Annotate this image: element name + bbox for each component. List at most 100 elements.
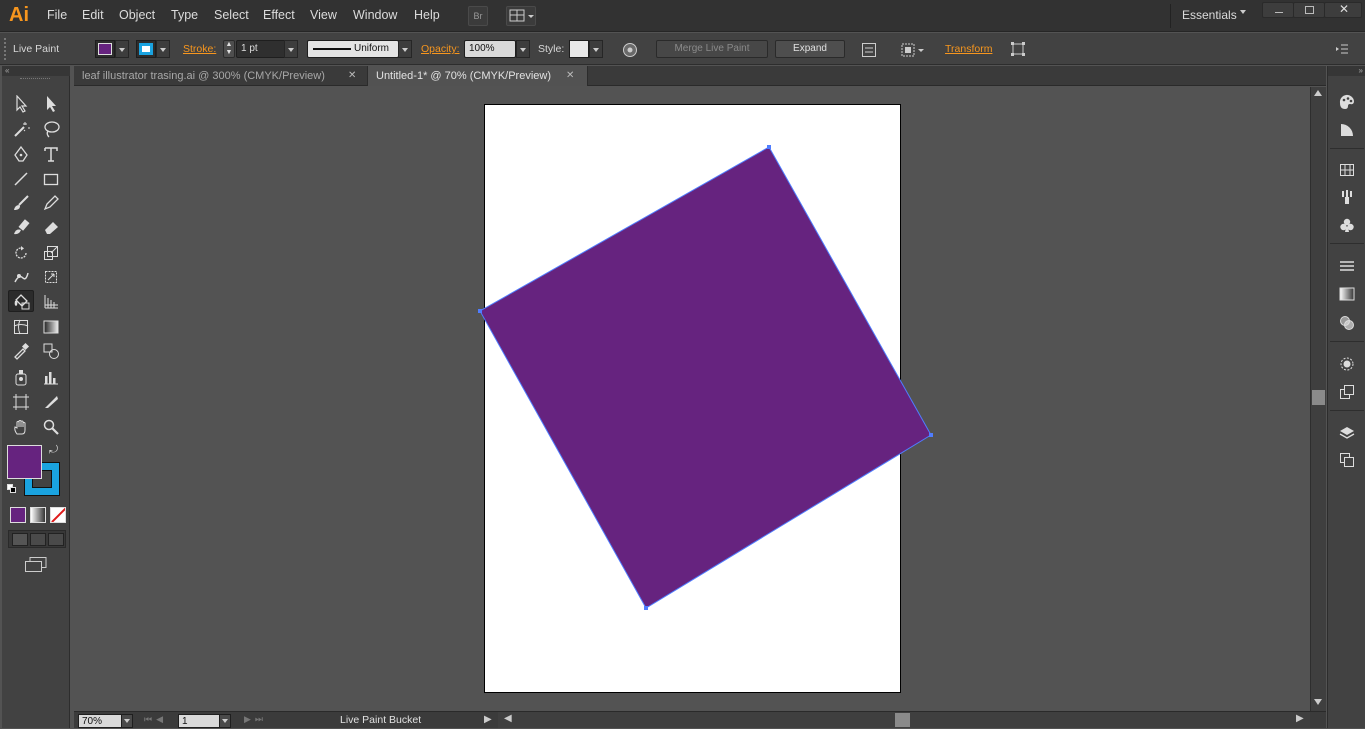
draw-normal-icon[interactable] (12, 533, 28, 546)
anchor-point[interactable] (929, 433, 933, 437)
magic-wand-tool[interactable] (8, 118, 34, 140)
color-guide-button[interactable] (1336, 119, 1358, 141)
arrange-documents-button[interactable] (506, 6, 536, 26)
lasso-tool[interactable] (38, 118, 64, 140)
opacity-label[interactable]: Opacity: (421, 43, 460, 55)
layers-panel-button[interactable] (1336, 422, 1358, 444)
vertical-scrollbar[interactable] (1310, 87, 1326, 711)
live-paint-bucket-tool[interactable] (8, 290, 34, 312)
blend-tool[interactable] (38, 340, 64, 362)
first-prev-artboard-nav[interactable]: ⏮◀ (144, 714, 167, 725)
canvas-area[interactable] (74, 87, 1310, 711)
dock-collapse[interactable]: » (1328, 66, 1365, 76)
horizontal-scrollbar[interactable]: ◀ ▶ (498, 712, 1310, 728)
close-tab-icon[interactable]: ✕ (348, 66, 356, 86)
isolate-icon[interactable] (900, 42, 928, 58)
artboard-number-field[interactable]: 1 (178, 714, 220, 728)
column-graph-tool[interactable] (38, 366, 64, 388)
vertical-scroll-thumb[interactable] (1312, 390, 1325, 405)
swap-fill-stroke-icon[interactable]: ⤾ (49, 444, 58, 457)
slice-tool[interactable] (38, 391, 64, 413)
stroke-swatch-control[interactable] (136, 40, 156, 58)
align-panel-icon[interactable] (861, 42, 877, 58)
menu-type[interactable]: Type (171, 8, 198, 22)
color-mode-button[interactable] (10, 507, 26, 523)
zoom-dropdown[interactable] (121, 714, 133, 728)
tab-untitled-1[interactable]: Untitled-1* @ 70% (CMYK/Preview) ✕ (368, 66, 588, 86)
fill-dropdown[interactable] (115, 40, 129, 58)
fill-swatch-control[interactable] (95, 40, 115, 58)
eyedropper-tool[interactable] (8, 340, 34, 362)
draw-behind-icon[interactable] (30, 533, 46, 546)
warp-tool[interactable] (8, 266, 34, 288)
workspace-switcher[interactable]: Essentials (1182, 8, 1237, 22)
scroll-right-icon[interactable]: ▶ (1296, 713, 1304, 724)
tab-leaf-illustrator[interactable]: leaf illustrator trasing.ai @ 300% (CMYK… (74, 66, 368, 86)
pencil-tool[interactable] (38, 192, 64, 214)
opacity-dropdown[interactable] (516, 40, 530, 58)
next-last-artboard-nav[interactable]: ▶⏭ (244, 714, 267, 725)
perspective-grid-tool[interactable] (38, 290, 64, 312)
line-segment-tool[interactable] (8, 168, 34, 190)
stroke-weight-input[interactable]: 1 pt (236, 40, 286, 58)
scroll-down-icon[interactable] (1314, 699, 1322, 705)
menu-help[interactable]: Help (414, 8, 440, 22)
blob-brush-tool[interactable] (8, 216, 34, 238)
menu-edit[interactable]: Edit (82, 8, 104, 22)
workspace-caret-icon[interactable] (1240, 10, 1246, 14)
stroke-weight-stepper[interactable]: ▲ ▼ (223, 40, 235, 58)
expand-button[interactable]: Expand (775, 40, 845, 58)
selected-live-paint-object[interactable] (74, 87, 1310, 711)
menu-object[interactable]: Object (119, 8, 155, 22)
menu-file[interactable]: File (47, 8, 67, 22)
bridge-button[interactable]: Br (468, 6, 488, 26)
status-menu-arrow-icon[interactable]: ▶ (484, 714, 492, 725)
anchor-point[interactable] (767, 145, 771, 149)
anchor-point[interactable] (644, 606, 648, 610)
style-dropdown[interactable] (589, 40, 603, 58)
style-swatch[interactable] (569, 40, 589, 58)
variable-width-profile[interactable]: Uniform (307, 40, 399, 58)
menu-view[interactable]: View (310, 8, 337, 22)
stroke-label[interactable]: Stroke: (183, 43, 216, 55)
paintbrush-tool[interactable] (8, 192, 34, 214)
rectangle-tool[interactable] (38, 168, 64, 190)
mesh-tool[interactable] (8, 316, 34, 338)
tools-panel-grip[interactable] (20, 78, 50, 81)
menu-window[interactable]: Window (353, 8, 397, 22)
appearance-panel-button[interactable] (1336, 353, 1358, 375)
zoom-level-field[interactable]: 70% (78, 714, 122, 728)
default-colors-icon[interactable] (7, 484, 17, 494)
stroke-weight-dropdown[interactable] (284, 40, 298, 58)
selection-tool[interactable] (8, 93, 34, 115)
tools-panel-collapse[interactable]: « (2, 66, 70, 76)
artboard-tool[interactable] (8, 391, 34, 413)
hand-tool[interactable] (8, 416, 34, 438)
anchor-point[interactable] (478, 309, 482, 313)
free-transform-tool[interactable] (38, 266, 64, 288)
panel-menu-icon[interactable] (1335, 42, 1349, 56)
color-panel-button[interactable] (1336, 91, 1358, 113)
rotate-tool[interactable] (8, 242, 34, 264)
screen-mode-icon[interactable] (24, 556, 48, 572)
gradient-panel-button[interactable] (1336, 283, 1358, 305)
artboard-dropdown[interactable] (219, 714, 231, 728)
scale-tool[interactable] (38, 242, 64, 264)
stroke-panel-button[interactable] (1336, 255, 1358, 277)
pen-tool[interactable] (8, 143, 34, 165)
draw-inside-icon[interactable] (48, 533, 64, 546)
menu-select[interactable]: Select (214, 8, 249, 22)
minimize-button[interactable] (1262, 2, 1294, 18)
profile-dropdown[interactable] (398, 40, 412, 58)
graphic-styles-panel-button[interactable] (1336, 381, 1358, 403)
none-mode-button[interactable] (50, 507, 66, 523)
transform-each-icon[interactable] (1010, 41, 1026, 57)
scroll-left-icon[interactable]: ◀ (504, 713, 512, 724)
recolor-artwork-icon[interactable] (622, 42, 638, 58)
symbols-panel-button[interactable] (1336, 214, 1358, 236)
horizontal-scroll-thumb[interactable] (895, 713, 910, 727)
merge-live-paint-button[interactable]: Merge Live Paint (656, 40, 768, 58)
grip-handle[interactable] (4, 38, 6, 60)
symbol-sprayer-tool[interactable] (8, 366, 34, 388)
transparency-panel-button[interactable] (1336, 312, 1358, 334)
